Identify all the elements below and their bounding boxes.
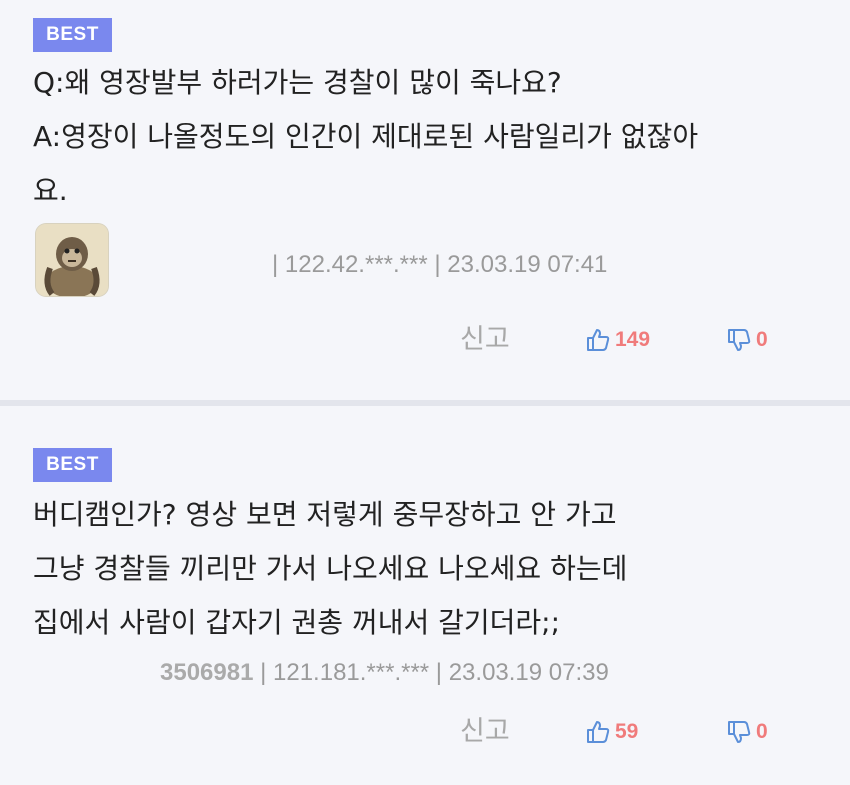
comment-meta: | 122.42.***.*** | 23.03.19 07:41 <box>272 251 607 279</box>
report-button[interactable]: 신고 <box>460 320 510 360</box>
thumbs-up-icon <box>585 327 611 353</box>
author-id[interactable]: 3506981 <box>160 659 253 686</box>
comment-2: BEST 버디캠인가? 영상 보면 저렇게 중무장하고 안 가고 그냥 경찰들 … <box>0 406 850 785</box>
comment-line: A:영장이 나올정도의 인간이 제대로된 사람일리가 없잖아 <box>33 120 699 153</box>
comment-meta: 3506981 | 121.181.***.*** | 23.03.19 07:… <box>160 659 609 687</box>
ip-date: | 122.42.***.*** | 23.03.19 07:41 <box>272 251 608 278</box>
upvote-button[interactable]: 149 <box>585 320 650 360</box>
thumbs-down-icon <box>726 327 752 353</box>
best-badge: BEST <box>33 448 112 482</box>
thumbs-down-icon <box>726 719 752 745</box>
downvote-button[interactable]: 0 <box>726 320 768 360</box>
upvote-count: 149 <box>615 328 651 351</box>
comment-line: 집에서 사람이 갑자기 권총 꺼내서 갈기더라;; <box>33 606 561 639</box>
comment-line: 요. <box>33 174 68 207</box>
upvote-button[interactable]: 59 <box>585 712 638 752</box>
downvote-count: 0 <box>756 328 768 351</box>
upvote-count: 59 <box>615 720 639 743</box>
comment-line: 버디캠인가? 영상 보면 저렇게 중무장하고 안 가고 <box>33 498 617 531</box>
ip-date: | 121.181.***.*** | 23.03.19 07:39 <box>253 659 609 686</box>
comment-line: Q:왜 영장발부 하러가는 경찰이 많이 죽나요? <box>33 66 562 99</box>
gorilla-avatar[interactable] <box>36 224 108 296</box>
downvote-button[interactable]: 0 <box>726 712 768 752</box>
best-badge: BEST <box>33 18 112 52</box>
comment-1: BEST Q:왜 영장발부 하러가는 경찰이 많이 죽나요? A:영장이 나올정… <box>0 0 850 400</box>
comment-actions: 신고 59 0 <box>460 712 820 752</box>
report-button[interactable]: 신고 <box>460 712 510 752</box>
downvote-count: 0 <box>756 720 768 743</box>
comment-line: 그냥 경찰들 끼리만 가서 나오세요 나오세요 하는데 <box>33 552 628 585</box>
comment-actions: 신고 149 0 <box>460 320 820 360</box>
comment-text: Q:왜 영장발부 하러가는 경찰이 많이 죽나요? A:영장이 나올정도의 인간… <box>33 56 833 218</box>
comment-text: 버디캠인가? 영상 보면 저렇게 중무장하고 안 가고 그냥 경찰들 끼리만 가… <box>33 488 833 650</box>
thumbs-up-icon <box>585 719 611 745</box>
